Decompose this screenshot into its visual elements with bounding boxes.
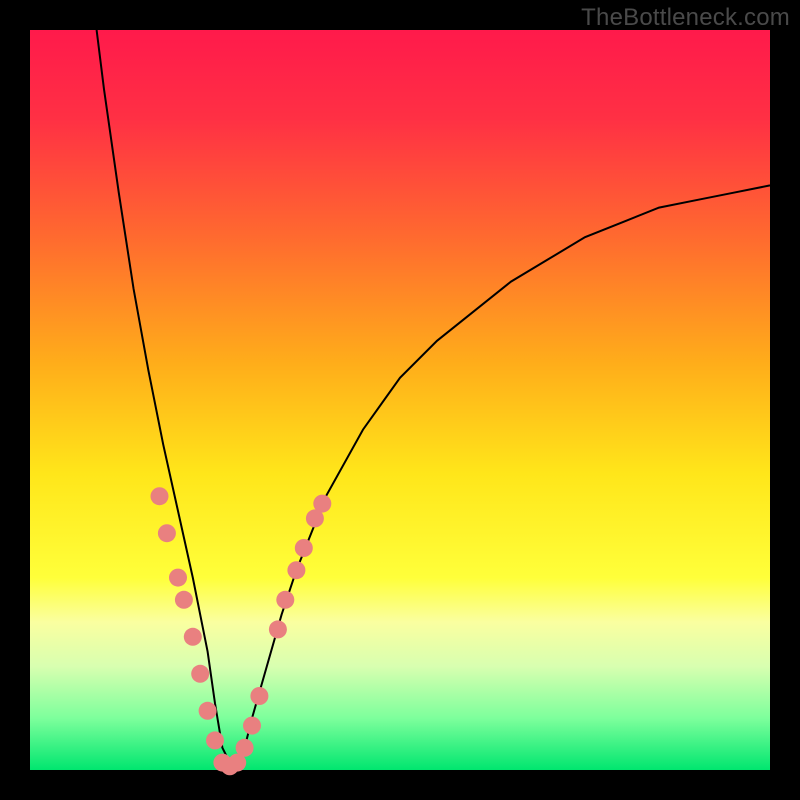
data-marker [169,569,187,587]
data-marker [313,495,331,513]
bottleneck-curve [97,30,770,763]
data-marker [199,702,217,720]
data-marker [175,591,193,609]
chart-frame: TheBottleneck.com [0,0,800,800]
data-marker [191,665,209,683]
data-marker [250,687,268,705]
chart-svg [30,30,770,770]
data-marker [243,717,261,735]
data-marker [276,591,294,609]
data-marker [158,524,176,542]
data-marker [295,539,313,557]
watermark-text: TheBottleneck.com [581,4,790,32]
data-marker [287,561,305,579]
data-marker [206,731,224,749]
data-marker [184,628,202,646]
data-marker [236,739,254,757]
data-marker [269,620,287,638]
data-marker [151,487,169,505]
